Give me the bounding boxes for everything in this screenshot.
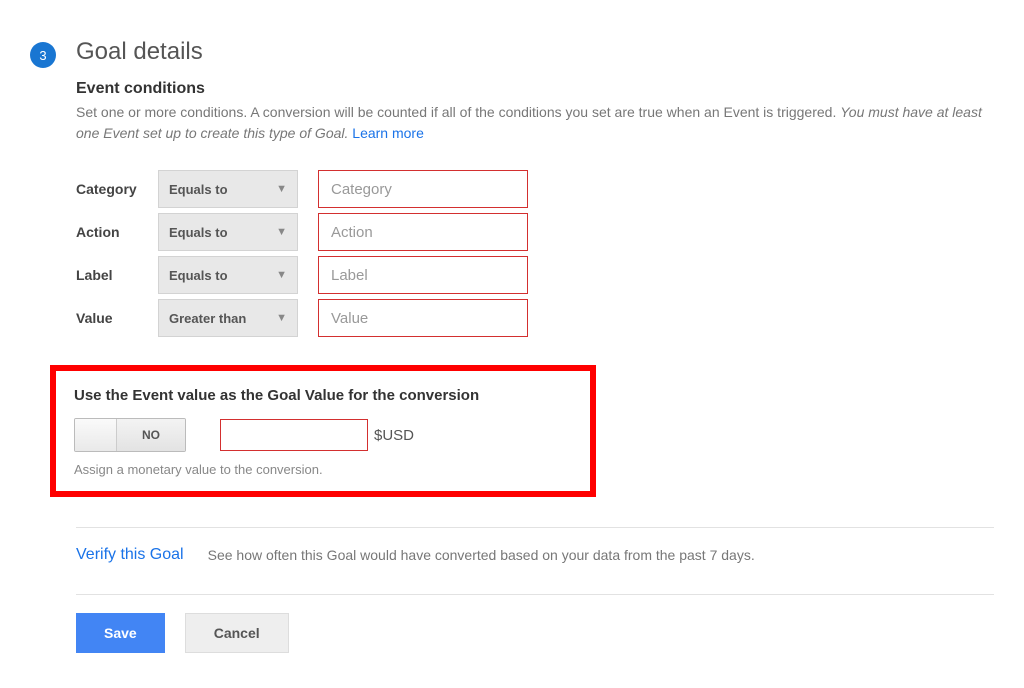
dropdown-value: Greater than (169, 311, 246, 326)
condition-label-action: Action (76, 224, 158, 240)
currency-label: $USD (374, 427, 414, 444)
category-value-input[interactable] (318, 170, 528, 208)
label-operator-dropdown[interactable]: Equals to ▼ (158, 256, 298, 294)
divider (76, 527, 994, 528)
goal-value-title: Use the Event value as the Goal Value fo… (74, 387, 572, 404)
divider (76, 594, 994, 595)
dropdown-value: Equals to (169, 182, 228, 197)
dropdown-value: Equals to (169, 268, 228, 283)
value-value-input[interactable] (318, 299, 528, 337)
description-text: Set one or more conditions. A conversion… (76, 104, 840, 120)
toggle-state-label: NO (117, 419, 185, 451)
condition-label-label: Label (76, 267, 158, 283)
save-button[interactable]: Save (76, 613, 165, 653)
verify-goal-link[interactable]: Verify this Goal (76, 546, 184, 564)
step-badge: 3 (30, 42, 56, 68)
condition-label-value: Value (76, 310, 158, 326)
page-title: Goal details (76, 38, 994, 66)
description: Set one or more conditions. A conversion… (76, 102, 994, 144)
goal-value-hint: Assign a monetary value to the conversio… (74, 462, 572, 477)
chevron-down-icon: ▼ (276, 269, 287, 281)
action-operator-dropdown[interactable]: Equals to ▼ (158, 213, 298, 251)
cancel-button[interactable]: Cancel (185, 613, 289, 653)
chevron-down-icon: ▼ (276, 226, 287, 238)
label-value-input[interactable] (318, 256, 528, 294)
goal-value-highlight: Use the Event value as the Goal Value fo… (50, 365, 596, 497)
goal-value-toggle[interactable]: NO (74, 418, 186, 452)
dropdown-value: Equals to (169, 225, 228, 240)
chevron-down-icon: ▼ (276, 183, 287, 195)
event-conditions-grid: Category Equals to ▼ Action Equals to ▼ … (76, 170, 994, 337)
chevron-down-icon: ▼ (276, 312, 287, 324)
section-title: Event conditions (76, 80, 994, 98)
value-operator-dropdown[interactable]: Greater than ▼ (158, 299, 298, 337)
verify-goal-description: See how often this Goal would have conve… (208, 547, 755, 563)
condition-label-category: Category (76, 181, 158, 197)
toggle-knob (75, 419, 117, 451)
category-operator-dropdown[interactable]: Equals to ▼ (158, 170, 298, 208)
learn-more-link[interactable]: Learn more (352, 125, 424, 141)
action-value-input[interactable] (318, 213, 528, 251)
goal-value-input[interactable] (220, 419, 368, 451)
